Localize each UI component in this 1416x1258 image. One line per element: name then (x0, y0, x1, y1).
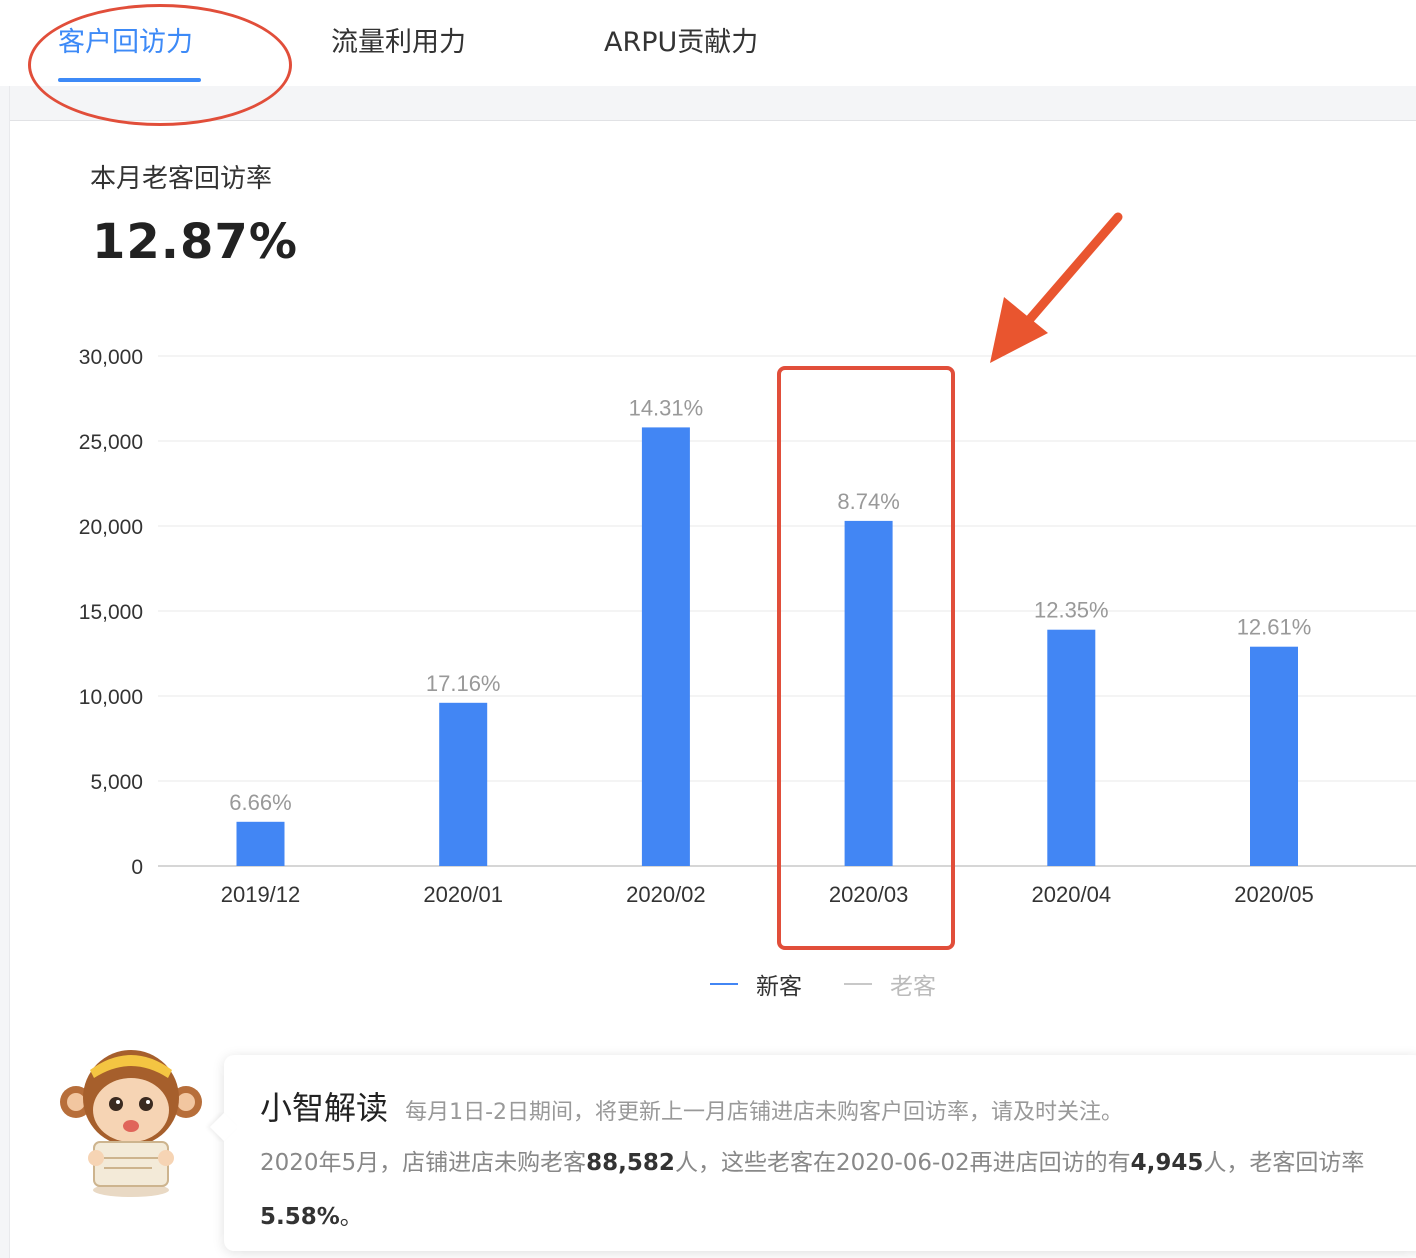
data-label: 8.74% (837, 489, 899, 514)
y-tick-label: 10,000 (79, 686, 143, 709)
x-tick-label: 2019/12 (221, 882, 301, 907)
metric-value: 12.87% (92, 214, 298, 270)
bar (844, 520, 893, 866)
legend-line-icon (844, 983, 872, 985)
y-tick-label: 30,000 (79, 346, 143, 369)
insight-text: 。 (339, 1204, 363, 1230)
x-tick-label: 2020/05 (1234, 882, 1314, 907)
insight-number: 4,945 (1130, 1150, 1204, 1176)
metric-title: 本月老客回访率 (90, 164, 273, 194)
data-label: 14.31% (629, 395, 704, 420)
active-tab-indicator (58, 78, 201, 82)
bar (1250, 646, 1298, 866)
legend-label: 老客 (890, 974, 936, 1000)
insight-rate: 5.58%。 (260, 1197, 363, 1231)
x-tick-label: 2020/02 (626, 882, 706, 907)
data-label: 12.61% (1237, 615, 1312, 640)
y-tick-label: 0 (131, 856, 143, 879)
section-divider (0, 86, 1416, 121)
insight-card: 小智解读 每月1日-2日期间，将更新上一月店铺进店未购客户回访率，请及时关注。 … (209, 1055, 1416, 1251)
insight-note: 每月1日-2日期间，将更新上一月店铺进店未购客户回访率，请及时关注。 (405, 1100, 1124, 1125)
insight-summary: 2020年5月，店铺进店未购老客88,582人，这些老客在2020-06-02再… (260, 1143, 1364, 1177)
insight-header: 小智解读 每月1日-2日期间，将更新上一月店铺进店未购客户回访率，请及时关注。 (260, 1083, 1123, 1129)
monkey-mascot-icon (60, 1050, 202, 1197)
y-tick-label: 5,000 (90, 771, 143, 794)
legend-line-icon (710, 983, 738, 985)
x-tick-label: 2020/04 (1032, 882, 1112, 907)
legend-label: 新客 (756, 974, 802, 1000)
bubble-tail (209, 1112, 239, 1142)
bar (641, 427, 690, 866)
bar (439, 702, 488, 866)
data-label: 12.35% (1034, 598, 1109, 623)
y-tick-label: 20,000 (79, 516, 143, 539)
insight-number: 88,582 (586, 1150, 675, 1176)
insight-title: 小智解读 (260, 1089, 389, 1127)
bar (1047, 629, 1096, 866)
x-tick-label: 2020/01 (423, 882, 503, 907)
tab-traffic-utilization[interactable]: 流量利用力 (331, 20, 466, 59)
data-label: 6.66% (229, 790, 291, 815)
tab-bar: 客户回访力 流量利用力 ARPU贡献力 (0, 0, 1416, 87)
legend-item-new-customers[interactable]: 新客 (710, 968, 802, 1000)
insight-text: 人，这些老客在2020-06-02再进店回访的有 (674, 1150, 1131, 1176)
x-tick-label: 2020/03 (829, 882, 909, 907)
legend-item-returning-customers[interactable]: 老客 (844, 968, 936, 1000)
data-label: 17.16% (426, 671, 501, 696)
y-tick-label: 25,000 (79, 431, 143, 454)
bar (236, 821, 285, 866)
insight-number: 5.58% (260, 1204, 340, 1230)
bar-chart: 0 5,000 10,000 15,000 20,000 25,000 30,000 6.66… (79, 346, 1416, 907)
insight-text: 2020年5月，店铺进店未购老客 (260, 1150, 587, 1176)
y-tick-label: 15,000 (79, 601, 143, 624)
tab-arpu-contribution[interactable]: ARPU贡献力 (604, 20, 758, 59)
insight-text: 人，老客回访率 (1203, 1150, 1365, 1176)
tab-customer-revisit[interactable]: 客户回访力 (58, 20, 193, 59)
